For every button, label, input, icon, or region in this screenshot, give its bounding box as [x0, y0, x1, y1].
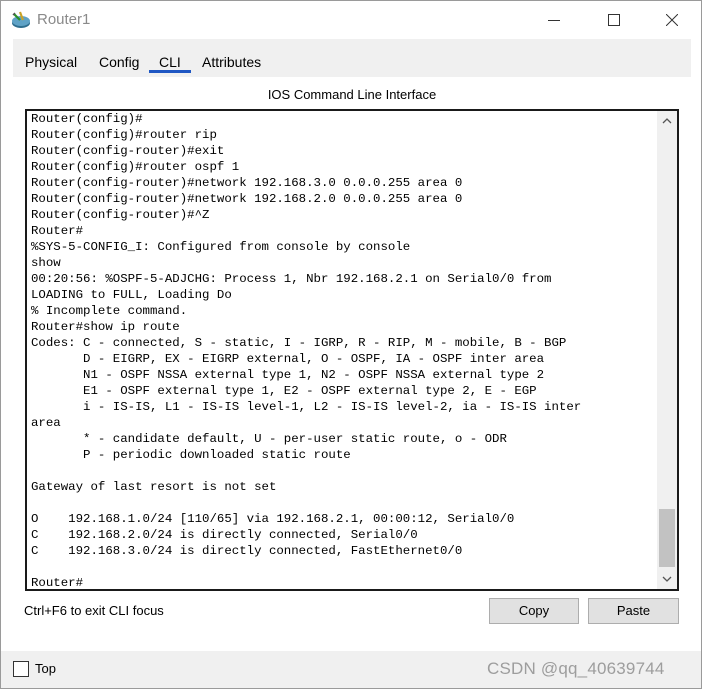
- cli-terminal[interactable]: Router(config)# Router(config)#router rip…: [25, 109, 679, 591]
- terminal-line: % Incomplete command.: [31, 304, 188, 318]
- terminal-line: Router(config-router)#exit: [31, 144, 225, 158]
- terminal-line: Router(config)#router rip: [31, 128, 217, 142]
- terminal-line: E1 - OSPF external type 1, E2 - OSPF ext…: [31, 384, 537, 398]
- terminal-scrollbar[interactable]: [657, 111, 677, 589]
- tab-cli[interactable]: CLI: [149, 51, 191, 73]
- router-window: Router1 Physical Config CLI Attributes I…: [0, 0, 702, 689]
- scroll-thumb[interactable]: [659, 509, 675, 567]
- terminal-line: C 192.168.3.0/24 is directly connected, …: [31, 544, 463, 558]
- terminal-line: * - candidate default, U - per-user stat…: [31, 432, 507, 446]
- terminal-line: Codes: C - connected, S - static, I - IG…: [31, 336, 567, 350]
- minimize-button[interactable]: [531, 1, 577, 39]
- terminal-line: Router(config)#: [31, 112, 143, 126]
- cli-tab-content: IOS Command Line Interface Router(config…: [13, 77, 691, 651]
- terminal-line: i - IS-IS, L1 - IS-IS level-1, L2 - IS-I…: [31, 400, 582, 414]
- window-title: Router1: [37, 11, 91, 28]
- terminal-line: %SYS-5-CONFIG_I: Configured from console…: [31, 240, 411, 254]
- main-panel: Physical Config CLI Attributes IOS Comma…: [13, 39, 691, 651]
- top-checkbox-label: Top: [35, 661, 56, 676]
- terminal-line: Router(config-router)#^Z: [31, 208, 210, 222]
- terminal-line: show: [31, 256, 61, 270]
- close-button[interactable]: [649, 1, 695, 39]
- chevron-up-icon: [662, 118, 672, 124]
- maximize-button[interactable]: [591, 1, 637, 39]
- copy-button[interactable]: Copy: [489, 598, 579, 624]
- watermark: CSDN @qq_40639744: [487, 659, 665, 678]
- close-icon: [666, 14, 678, 26]
- top-checkbox[interactable]: [13, 661, 29, 677]
- terminal-line: Gateway of last resort is not set: [31, 480, 277, 494]
- scroll-down-button[interactable]: [657, 569, 677, 589]
- tab-physical[interactable]: Physical: [17, 51, 85, 75]
- chevron-down-icon: [662, 576, 672, 582]
- terminal-line: C 192.168.2.0/24 is directly connected, …: [31, 528, 418, 542]
- terminal-line: Router(config-router)#network 192.168.2.…: [31, 192, 463, 206]
- terminal-line: Router#show ip route: [31, 320, 180, 334]
- terminal-line: N1 - OSPF NSSA external type 1, N2 - OSP…: [31, 368, 545, 382]
- exit-cli-hint: Ctrl+F6 to exit CLI focus: [24, 603, 164, 618]
- tab-config[interactable]: Config: [91, 51, 147, 75]
- minimize-icon: [548, 20, 560, 21]
- terminal-line: P - periodic downloaded static route: [31, 448, 351, 462]
- terminal-line: Router(config-router)#network 192.168.3.…: [31, 176, 463, 190]
- title-bar[interactable]: Router1: [1, 1, 701, 39]
- terminal-line: area: [31, 416, 61, 430]
- terminal-line: 00:20:56: %OSPF-5-ADJCHG: Process 1, Nbr…: [31, 272, 552, 286]
- bottom-bar: Top CSDN @qq_40639744: [1, 651, 701, 688]
- terminal-output[interactable]: Router(config)# Router(config)#router rip…: [31, 111, 657, 590]
- terminal-line: O 192.168.1.0/24 [110/65] via 192.168.2.…: [31, 512, 515, 526]
- maximize-icon: [608, 14, 620, 26]
- terminal-line: D - EIGRP, EX - EIGRP external, O - OSPF…: [31, 352, 545, 366]
- cli-header: IOS Command Line Interface: [267, 87, 437, 102]
- terminal-line: Router(config)#router ospf 1: [31, 160, 240, 174]
- router-icon: [10, 9, 32, 31]
- tab-attributes[interactable]: Attributes: [194, 51, 269, 75]
- terminal-line: LOADING to FULL, Loading Do: [31, 288, 232, 302]
- terminal-line: Router#: [31, 224, 84, 238]
- terminal-line: Router#: [31, 576, 84, 590]
- scroll-up-button[interactable]: [657, 111, 677, 131]
- paste-button[interactable]: Paste: [588, 598, 679, 624]
